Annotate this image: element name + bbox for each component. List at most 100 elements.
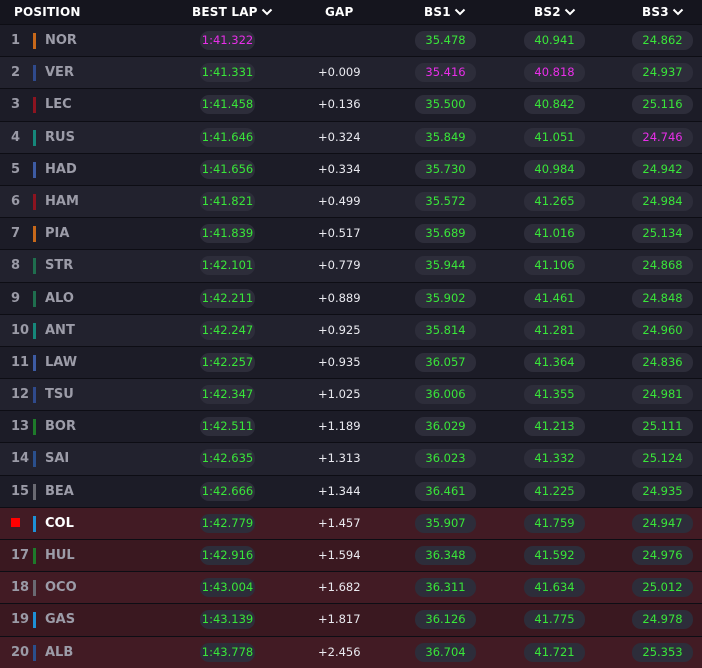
driver-code: PIA [45, 226, 70, 242]
best-lap-time: 1:41.821 [200, 191, 255, 211]
driver-rows: 1 NOR 1:41.322 35.478 40.941 24.862 2 VER 1:41.3… [0, 24, 702, 668]
table-row[interactable]: 14 SAI 1:42.635 +1.313 36.023 41.332 25.124 [0, 442, 702, 475]
gap-value: +0.935 [318, 354, 361, 369]
best-sector-1: 35.572 [415, 191, 476, 211]
position-number: 9 [11, 290, 21, 306]
driver-code: ALO [45, 290, 74, 306]
table-row[interactable]: 12 TSU 1:42.347 +1.025 36.006 41.355 24.981 [0, 378, 702, 411]
best-lap-time: 1:41.646 [200, 127, 255, 147]
driver-code: BOR [45, 419, 76, 435]
driver-code: RUS [45, 129, 75, 145]
column-header-bs1[interactable]: BS1 [424, 5, 466, 19]
gap-value: +0.517 [318, 226, 361, 241]
column-header-best-lap[interactable]: BEST LAP [192, 5, 273, 19]
best-sector-1: 35.849 [415, 127, 476, 147]
gap-value: +0.324 [318, 129, 361, 144]
best-sector-1: 35.416 [415, 63, 476, 83]
best-sector-1: 35.478 [415, 31, 476, 50]
table-row[interactable]: 9 ALO 1:42.211 +0.889 35.902 41.461 24.848 [0, 281, 702, 314]
best-sector-1: 36.126 [415, 610, 476, 630]
chevron-down-icon [261, 8, 272, 16]
best-sector-2: 41.721 [524, 642, 585, 662]
driver-code: HUL [45, 548, 75, 563]
table-row[interactable]: 20 ALB 1:43.778 +2.456 36.704 41.721 25.353 [0, 635, 702, 668]
column-header-best-lap-label: BEST LAP [192, 5, 258, 19]
best-sector-2: 41.213 [524, 417, 585, 437]
position-number: 7 [11, 226, 21, 242]
best-sector-3: 24.935 [632, 481, 693, 501]
timing-table: POSITION BEST LAP GAP BS1 BS2 BS3 1 NOR 1:… [0, 0, 702, 668]
driver-code: SAI [45, 451, 70, 467]
column-header-bs3-label: BS3 [642, 5, 669, 19]
position-number: 8 [11, 258, 21, 274]
best-sector-2: 40.842 [524, 95, 585, 115]
team-color-bar [33, 193, 36, 210]
table-row[interactable]: 3 LEC 1:41.458 +0.136 35.500 40.842 25.116 [0, 88, 702, 121]
best-lap-time: 1:43.139 [200, 610, 255, 630]
table-row[interactable]: 6 HAM 1:41.821 +0.499 35.572 41.265 24.984 [0, 184, 702, 218]
column-header-bs3[interactable]: BS3 [642, 5, 684, 19]
table-row[interactable]: 17 HUL 1:42.916 +1.594 36.348 41.592 24.976 [0, 539, 702, 572]
best-sector-3: 25.111 [632, 417, 693, 437]
column-header-position-label: POSITION [14, 5, 81, 19]
table-row[interactable]: 13 BOR 1:42.511 +1.189 36.029 41.213 25.111 [0, 410, 702, 443]
gap-value: +1.817 [318, 612, 361, 627]
driver-code: TSU [45, 387, 74, 403]
best-sector-2: 41.051 [524, 127, 585, 147]
chevron-down-icon [672, 8, 683, 16]
table-row[interactable]: 5 HAD 1:41.656 +0.334 35.730 40.984 24.942 [0, 152, 702, 185]
table-row[interactable]: 18 OCO 1:43.004 +1.682 36.311 41.634 25.012 [0, 571, 702, 604]
best-sector-1: 35.902 [415, 288, 476, 308]
team-color-bar [33, 226, 36, 243]
team-color-bar [33, 354, 36, 371]
team-color-bar [33, 451, 36, 468]
driver-code: STR [45, 258, 74, 274]
driver-code: ANT [45, 322, 75, 338]
best-sector-3: 24.868 [632, 256, 693, 276]
table-row[interactable]: 1 NOR 1:41.322 35.478 40.941 24.862 [0, 24, 702, 57]
table-row[interactable]: COL 1:42.779 +1.457 35.907 41.759 24.947 [0, 506, 702, 539]
gap-value: +1.457 [318, 515, 361, 530]
table-row[interactable]: 19 GAS 1:43.139 +1.817 36.126 41.775 24.978 [0, 603, 702, 636]
best-sector-2: 41.332 [524, 449, 585, 469]
gap-value: +0.136 [318, 97, 361, 112]
column-header-bs2[interactable]: BS2 [534, 5, 576, 19]
best-lap-time: 1:42.635 [200, 449, 255, 469]
best-sector-1: 36.348 [415, 546, 476, 565]
position-number: 12 [11, 387, 30, 403]
best-lap-time: 1:42.247 [200, 320, 255, 340]
best-sector-1: 35.814 [415, 320, 476, 340]
driver-code: COL [45, 515, 74, 531]
table-row[interactable]: 7 PIA 1:41.839 +0.517 35.689 41.016 25.134 [0, 217, 702, 250]
best-sector-3: 24.984 [632, 191, 693, 211]
table-row[interactable]: 4 RUS 1:41.646 +0.324 35.849 41.051 24.746 [0, 120, 702, 153]
table-row[interactable]: 10 ANT 1:42.247 +0.925 35.814 41.281 24.960 [0, 313, 702, 346]
best-sector-2: 41.355 [524, 385, 585, 405]
table-header: POSITION BEST LAP GAP BS1 BS2 BS3 [0, 0, 702, 24]
team-color-bar [33, 580, 36, 597]
gap-value: +1.025 [318, 387, 361, 402]
team-color-bar [33, 290, 36, 307]
table-row[interactable]: 8 STR 1:42.101 +0.779 35.944 41.106 24.868 [0, 249, 702, 282]
best-sector-1: 36.704 [415, 642, 476, 662]
driver-code: HAM [45, 193, 79, 209]
table-row[interactable]: 15 BEA 1:42.666 +1.344 36.461 41.225 24.935 [0, 474, 702, 507]
best-lap-time: 1:41.839 [200, 224, 255, 244]
position-number: 19 [11, 612, 30, 628]
best-sector-2: 40.818 [524, 63, 585, 83]
best-sector-1: 35.689 [415, 224, 476, 244]
position-number: 6 [11, 193, 21, 209]
best-sector-1: 36.023 [415, 449, 476, 469]
best-sector-2: 41.016 [524, 224, 585, 244]
position-number: 14 [11, 451, 30, 467]
best-sector-1: 35.730 [415, 159, 476, 179]
best-lap-time: 1:42.347 [200, 385, 255, 405]
best-sector-1: 35.500 [415, 95, 476, 115]
column-header-position[interactable]: POSITION [14, 5, 81, 19]
table-row[interactable]: 2 VER 1:41.331 +0.009 35.416 40.818 24.937 [0, 56, 702, 89]
table-row[interactable]: 11 LAW 1:42.257 +0.935 36.057 41.364 24.836 [0, 345, 702, 379]
best-sector-1: 36.057 [415, 352, 476, 372]
column-header-gap[interactable]: GAP [325, 5, 354, 19]
best-lap-time: 1:41.458 [200, 95, 255, 115]
best-sector-1: 35.944 [415, 256, 476, 276]
